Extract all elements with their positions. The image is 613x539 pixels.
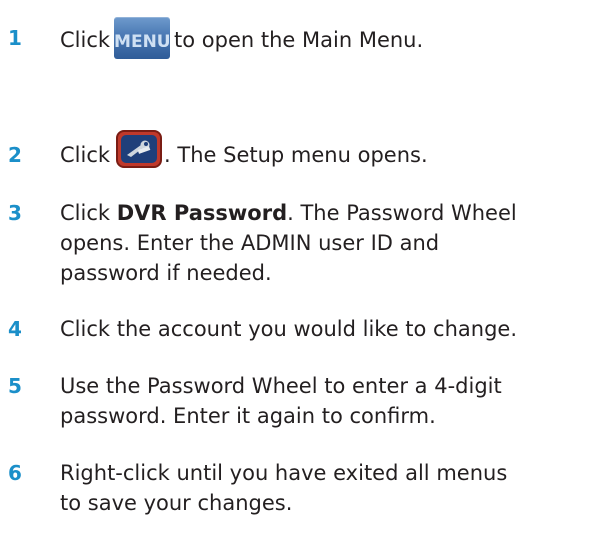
step-text: Click . The Setup menu opens. (60, 130, 612, 170)
step-number: 6 (8, 461, 22, 485)
step-text: Click the account you would like to chan… (60, 314, 612, 344)
step-text: Click MENU to open the Main Menu. (60, 17, 612, 59)
step-text-line: to save your changes. (60, 491, 293, 515)
step-text-line: password. Enter it again to confirm. (60, 404, 436, 428)
step-number: 4 (8, 317, 22, 341)
step-text-pre: Click (60, 143, 111, 167)
step-text-post: to open the Main Menu. (174, 28, 424, 52)
step-text-line: opens. Enter the ADMIN user ID and (60, 231, 440, 255)
step-text-pre: Click (60, 201, 111, 225)
step-number: 3 (8, 201, 22, 225)
step-text-pre: Click (60, 28, 111, 52)
menu-icon-label: MENU (114, 32, 171, 52)
step-text: Click DVR Password. The Password Wheel o… (60, 198, 612, 288)
step-text-line: Click DVR Password. The Password Wheel (60, 198, 612, 228)
step-text-post: . The Setup menu opens. (164, 143, 428, 167)
step-text: Use the Password Wheel to enter a 4-digi… (60, 371, 612, 431)
step-text-line: Right-click until you have exited all me… (60, 461, 508, 485)
step-number: 5 (8, 374, 22, 398)
dvr-password-label: DVR Password (116, 201, 288, 225)
step-text-line: password if needed. (60, 261, 272, 285)
step-text: Right-click until you have exited all me… (60, 458, 612, 518)
step-number: 2 (8, 143, 22, 167)
menu-icon: MENU (114, 17, 171, 59)
step-text-line: Click the account you would like to chan… (60, 317, 518, 341)
setup-icon (116, 130, 163, 168)
step-text-post: . The Password Wheel (287, 201, 517, 225)
step-text-line: Use the Password Wheel to enter a 4-digi… (60, 374, 502, 398)
step-number: 1 (8, 26, 22, 50)
wrench-icon (121, 135, 158, 163)
